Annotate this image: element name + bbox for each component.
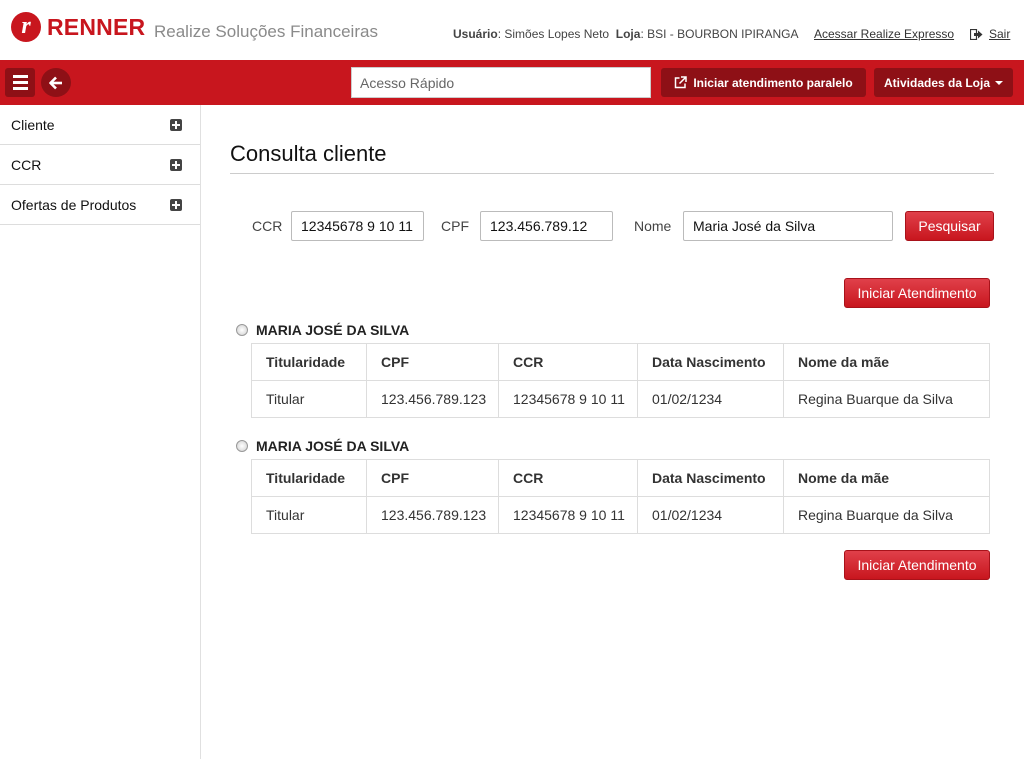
sidebar-item-label: Ofertas de Produtos xyxy=(11,196,137,213)
column-header: CPF xyxy=(366,343,499,381)
column-header: Titularidade xyxy=(251,459,367,497)
renner-logo-icon: r xyxy=(11,12,41,42)
client-name: MARIA JOSÉ DA SILVA xyxy=(256,438,410,454)
user-label: Usuário xyxy=(453,27,498,41)
logout-icon xyxy=(970,28,983,40)
nav-bar: Iniciar atendimento paralelo Atividades … xyxy=(0,60,1024,105)
search-button[interactable]: Pesquisar xyxy=(905,211,994,241)
arrow-left-icon xyxy=(49,76,62,89)
cpf-cell: 123.456.789.123 xyxy=(366,380,499,418)
birth-date-cell: 01/02/1234 xyxy=(637,380,784,418)
name-label: Nome xyxy=(634,218,672,234)
birth-date-cell: 01/02/1234 xyxy=(637,496,784,534)
sidebar-item-label: Cliente xyxy=(11,116,55,133)
cpf-cell: 123.456.789.123 xyxy=(366,496,499,534)
renner-logo[interactable]: r RENNER xyxy=(11,12,145,42)
expand-plus-icon[interactable] xyxy=(170,198,182,211)
back-button[interactable] xyxy=(41,68,71,97)
column-header: Nome da mãe xyxy=(783,343,990,381)
start-service-button-top[interactable]: Iniciar Atendimento xyxy=(844,278,990,308)
table-header-row: Titularidade CPF CCR Data Nascimento Nom… xyxy=(251,343,990,381)
expand-plus-icon[interactable] xyxy=(170,158,182,171)
external-link-icon xyxy=(675,76,688,89)
column-header: Nome da mãe xyxy=(783,459,990,497)
cpf-input[interactable] xyxy=(480,211,613,241)
select-client-radio[interactable] xyxy=(236,324,248,336)
table-header-row: Titularidade CPF CCR Data Nascimento Nom… xyxy=(251,459,990,497)
menu-toggle-button[interactable] xyxy=(5,68,35,97)
name-input[interactable] xyxy=(683,211,893,241)
top-header: r RENNER Realize Soluções Financeiras Us… xyxy=(0,0,1024,60)
store-activities-dropdown[interactable]: Atividades da Loja xyxy=(874,68,1013,97)
parallel-service-button[interactable]: Iniciar atendimento paralelo xyxy=(661,68,866,97)
quick-access-input[interactable] xyxy=(351,67,651,98)
sidebar: Cliente CCR Ofertas de Produtos xyxy=(0,105,201,759)
parallel-service-label: Iniciar atendimento paralelo xyxy=(693,75,853,90)
logout-label: Sair xyxy=(989,27,1011,41)
mother-name-cell: Regina Buarque da Silva xyxy=(783,380,990,418)
user-info: Usuário: Simões Lopes Neto Loja: BSI - B… xyxy=(453,27,798,41)
user-value: : Simões Lopes Neto xyxy=(497,27,610,41)
sidebar-item-cliente[interactable]: Cliente xyxy=(0,105,200,145)
select-client-radio[interactable] xyxy=(236,440,248,452)
expand-plus-icon[interactable] xyxy=(170,118,182,131)
column-header: Data Nascimento xyxy=(637,459,784,497)
store-label: Loja xyxy=(615,27,641,41)
ccr-cell: 12345678 9 10 11 xyxy=(498,496,638,534)
hamburger-icon-line xyxy=(12,81,28,84)
sidebar-item-label: CCR xyxy=(11,156,42,173)
app-subtitle: Realize Soluções Financeiras xyxy=(154,22,378,41)
column-header: CCR xyxy=(498,343,638,381)
hamburger-icon-line xyxy=(12,87,28,90)
ccr-cell: 12345678 9 10 11 xyxy=(498,380,638,418)
sidebar-item-ccr[interactable]: CCR xyxy=(0,145,200,185)
page-title: Consulta cliente xyxy=(230,141,387,166)
table-row[interactable]: Titular 123.456.789.123 12345678 9 10 11… xyxy=(251,380,990,418)
cpf-label: CPF xyxy=(441,218,469,234)
brand-name: RENNER xyxy=(47,13,146,40)
column-header: CCR xyxy=(498,459,638,497)
logout-link[interactable]: Sair xyxy=(970,27,1010,41)
column-header: Titularidade xyxy=(251,343,367,381)
column-header: Data Nascimento xyxy=(637,343,784,381)
client-name: MARIA JOSÉ DA SILVA xyxy=(256,322,410,338)
table-row[interactable]: Titular 123.456.789.123 12345678 9 10 11… xyxy=(251,496,990,534)
column-header: CPF xyxy=(366,459,499,497)
hamburger-icon-line xyxy=(12,75,28,78)
client-results-table: Titularidade CPF CCR Data Nascimento Nom… xyxy=(251,459,990,534)
store-activities-label: Atividades da Loja xyxy=(883,75,991,90)
titularidade-cell: Titular xyxy=(251,496,367,534)
ccr-label: CCR xyxy=(252,218,283,234)
sidebar-item-ofertas-produtos[interactable]: Ofertas de Produtos xyxy=(0,185,200,225)
titularidade-cell: Titular xyxy=(251,380,367,418)
ccr-input[interactable] xyxy=(291,211,424,241)
caret-down-icon xyxy=(995,80,1004,85)
title-divider xyxy=(230,173,994,174)
mother-name-cell: Regina Buarque da Silva xyxy=(783,496,990,534)
client-results-table: Titularidade CPF CCR Data Nascimento Nom… xyxy=(251,343,990,418)
store-value: : BSI - BOURBON IPIRANGA xyxy=(640,27,799,41)
realize-expresso-link[interactable]: Acessar Realize Expresso xyxy=(814,27,954,41)
start-service-button-bottom[interactable]: Iniciar Atendimento xyxy=(844,550,990,580)
